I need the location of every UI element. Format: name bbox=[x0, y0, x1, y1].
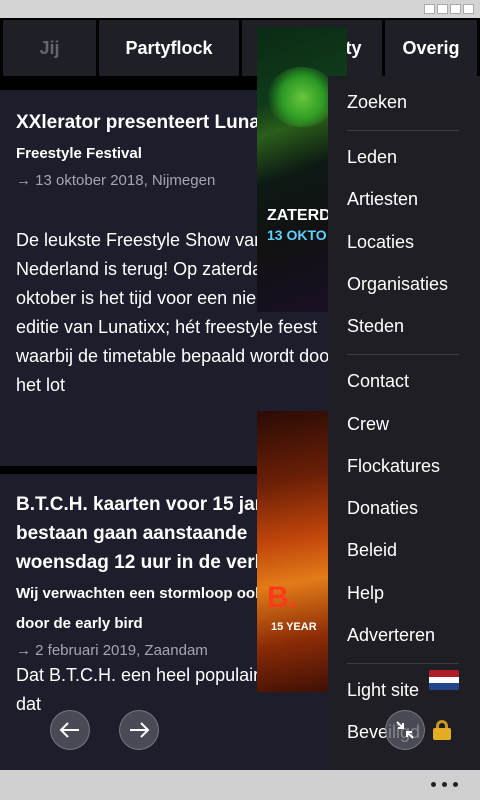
menu-divider bbox=[347, 130, 459, 131]
menu-item-donaties[interactable]: Donaties bbox=[347, 498, 418, 519]
menu-item-crew[interactable]: Crew bbox=[347, 414, 389, 435]
menu-divider bbox=[347, 663, 459, 664]
tab-partyflock[interactable]: Partyflock bbox=[99, 20, 239, 76]
arrow-right-icon[interactable] bbox=[119, 710, 159, 750]
tab-overig[interactable]: Overig bbox=[385, 20, 477, 76]
app-bar bbox=[0, 770, 480, 800]
menu-item-flockatures[interactable]: Flockatures bbox=[347, 456, 440, 477]
menu-item-steden[interactable]: Steden bbox=[347, 316, 404, 337]
dutch-flag-icon[interactable] bbox=[429, 670, 459, 690]
poster-text: B. bbox=[267, 581, 297, 614]
menu-item-organisaties[interactable]: Organisaties bbox=[347, 274, 448, 295]
menu-item-locaties[interactable]: Locaties bbox=[347, 232, 414, 253]
status-bar bbox=[0, 0, 480, 18]
menu-item-zoeken[interactable]: Zoeken bbox=[347, 92, 407, 113]
tab-jij[interactable]: Jij bbox=[3, 20, 96, 76]
menu-item-beleid[interactable]: Beleid bbox=[347, 540, 397, 561]
menu-item-leden[interactable]: Leden bbox=[347, 147, 397, 168]
poster-text: 15 YEAR bbox=[271, 621, 317, 633]
menu-item-artiesten[interactable]: Artiesten bbox=[347, 189, 418, 210]
ellipsis-icon[interactable] bbox=[431, 782, 458, 787]
menu-item-help[interactable]: Help bbox=[347, 583, 384, 604]
overig-dropdown-menu: Zoeken Leden Artiesten Locaties Organisa… bbox=[328, 76, 480, 770]
menu-item-contact[interactable]: Contact bbox=[347, 371, 409, 392]
poster-text: 13 OKTO bbox=[267, 227, 327, 243]
menu-item-light-site[interactable]: Light site bbox=[347, 680, 419, 701]
top-navigation: Jij Partyflock Community Overig bbox=[0, 18, 480, 78]
lock-icon bbox=[433, 720, 451, 740]
menu-divider bbox=[347, 354, 459, 355]
collapse-arrows-icon[interactable] bbox=[385, 710, 425, 750]
battery-icon bbox=[424, 4, 474, 14]
arrow-left-icon[interactable] bbox=[50, 710, 90, 750]
poster-text: ZATERD bbox=[267, 207, 331, 224]
menu-item-adverteren[interactable]: Adverteren bbox=[347, 625, 435, 646]
